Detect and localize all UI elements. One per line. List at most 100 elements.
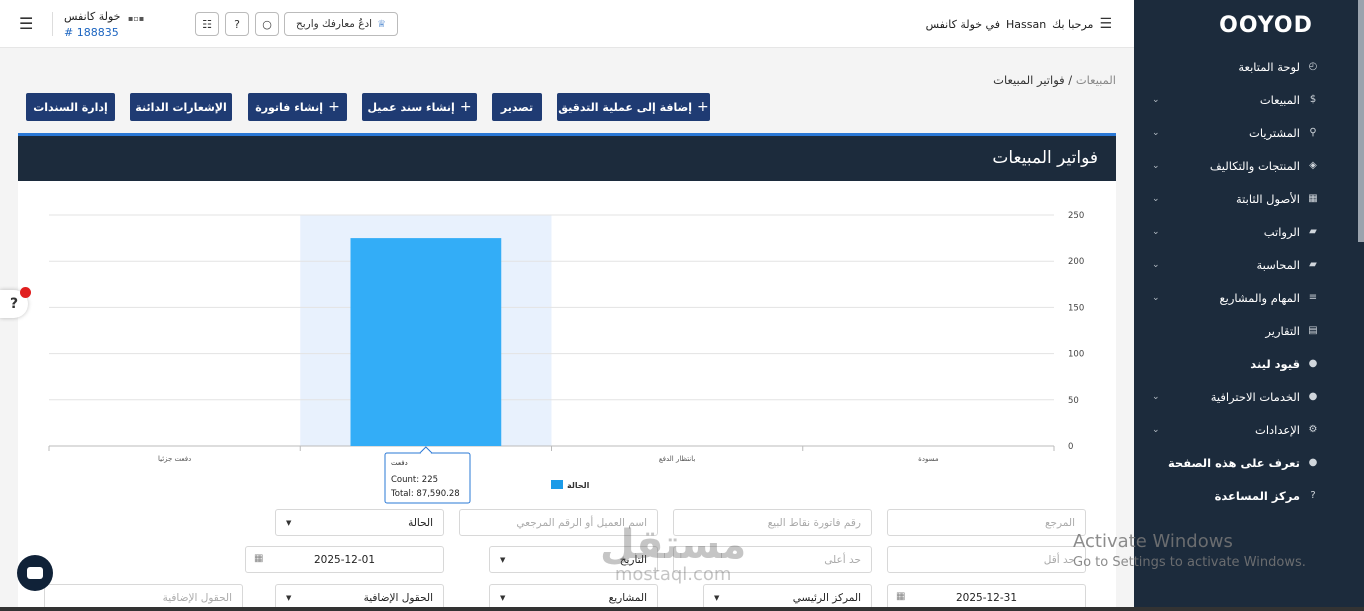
extra-fields-value: الحقول الإضافية xyxy=(363,591,433,604)
reference-input[interactable]: المرجع xyxy=(887,509,1086,536)
sidebar-item-3[interactable]: ◈ المنتجات والتكاليف ⌄ xyxy=(1134,149,1364,182)
sidebar-item-7[interactable]: ≡ المهام والمشاريع ⌄ xyxy=(1134,281,1364,314)
add-audit-button[interactable]: + إضافة إلى عملية التدقيق xyxy=(557,93,710,121)
sidebar-item-11[interactable]: ⚙ الإعدادات ⌄ xyxy=(1134,413,1364,446)
sidebar-item-label: الخدمات الاحترافية xyxy=(1210,389,1300,404)
caret-down-icon: ▼ xyxy=(286,594,292,602)
help-icon: ? xyxy=(1310,490,1316,501)
checklist-icon[interactable]: ☷ xyxy=(195,12,219,36)
tooltip-arrow xyxy=(419,446,433,454)
sidebar-item-8[interactable]: ▤ التقارير xyxy=(1134,314,1364,347)
mostaql-watermark-en: mostaql.com xyxy=(614,564,732,585)
sidebar-item-6[interactable]: ▰ المحاسبة ⌄ xyxy=(1134,248,1364,281)
reference-placeholder: المرجع xyxy=(1044,516,1075,529)
bar-1 xyxy=(350,238,502,446)
tooltip-total: Total: 87,590.28 xyxy=(390,489,460,499)
menu-lines-icon[interactable]: ☰ xyxy=(1099,16,1112,32)
chat-button[interactable] xyxy=(17,555,53,591)
tasks-icon: ≡ xyxy=(1308,292,1318,303)
dashboard-icon: ◴ xyxy=(1308,61,1318,72)
company-switcher[interactable]: خولة كانفس # 188835 xyxy=(64,10,120,39)
chevron-down-icon[interactable]: ⌄ xyxy=(1152,425,1160,435)
sidebar-item-label: مركز المساعدة xyxy=(1214,488,1300,503)
sidebar-item-label: التقارير xyxy=(1265,323,1300,338)
min-amount-input[interactable]: حد أقل xyxy=(887,546,1086,573)
pos-invoice-placeholder: رقم فاتورة نقاط البيع xyxy=(767,516,861,529)
welcome-message: ☰ مرحبا بك Hassan في خولة كانفس xyxy=(926,16,1112,32)
breadcrumb: المبيعات / فواتير المبيعات xyxy=(993,73,1116,87)
sidebar-item-label: المنتجات والتكاليف xyxy=(1209,158,1300,173)
sidebar-item-2[interactable]: ⚲ المشتريات ⌄ xyxy=(1134,116,1364,149)
welcome-suffix: في خولة كانفس xyxy=(925,17,1000,31)
question-icon: ? xyxy=(9,296,19,312)
sidebar-item-13[interactable]: ? مركز المساعدة xyxy=(1134,479,1364,512)
y-tick-label: 200 xyxy=(1068,257,1084,267)
status-select[interactable]: الحالة ▼ xyxy=(275,509,444,536)
box-icon: ◈ xyxy=(1309,160,1317,171)
x-tick-label: دفعت جزئيا xyxy=(158,455,191,463)
hamburger-icon[interactable]: ☰ xyxy=(19,14,33,33)
report-icon: ▤ xyxy=(1308,325,1318,336)
sidebar-item-4[interactable]: ▦ الأصول الثابتة ⌄ xyxy=(1134,182,1364,215)
chevron-down-icon[interactable]: ⌄ xyxy=(1152,392,1160,402)
caret-down-icon: ▼ xyxy=(286,519,292,527)
extra-fields-placeholder: الحقول الإضافية xyxy=(162,591,232,604)
top-bar: ☰ خولة كانفس # 188835 ▪▫▪ ☷ ? ○ ♕ ادعُ م… xyxy=(0,0,1134,48)
date-from-value: 2025-12-01 xyxy=(313,553,376,566)
chevron-down-icon[interactable]: ⌄ xyxy=(1152,128,1160,138)
sidebar-item-0[interactable]: ◴ لوحة المتابعة xyxy=(1134,50,1364,83)
sidebar-item-9[interactable]: ● قيود ليند xyxy=(1134,347,1364,380)
brand-logo[interactable]: OOYOD xyxy=(1134,0,1364,50)
legend-label: الحالة xyxy=(567,481,590,490)
sidebar-item-10[interactable]: ● الخدمات الاحترافية ⌄ xyxy=(1134,380,1364,413)
search-icon: ● xyxy=(1308,457,1318,468)
tooltip-title: دفعت xyxy=(391,459,408,467)
chevron-down-icon[interactable]: ⌄ xyxy=(1152,293,1160,303)
sidebar-item-5[interactable]: ▰ الرواتب ⌄ xyxy=(1134,215,1364,248)
sidebar-item-12[interactable]: ● تعرف على هذه الصفحة xyxy=(1134,446,1364,479)
chat-bubble-icon xyxy=(27,567,43,579)
panel-header: فواتير المبيعات xyxy=(18,133,1116,181)
calendar-icon[interactable]: ▦ xyxy=(896,591,905,602)
chevron-down-icon[interactable]: ⌄ xyxy=(1152,227,1160,237)
legend-swatch xyxy=(551,480,563,489)
breadcrumb-parent[interactable]: المبيعات xyxy=(1076,73,1116,87)
chevron-down-icon[interactable]: ⌄ xyxy=(1152,95,1160,105)
manage-vouchers-button[interactable]: إدارة السندات xyxy=(26,93,115,121)
projects-value: المشاريع xyxy=(608,591,647,604)
chevron-down-icon[interactable]: ⌄ xyxy=(1152,260,1160,270)
sidebar: OOYOD ◴ لوحة المتابعة $ المبيعات ⌄ ⚲ المشتريات… xyxy=(1134,0,1364,611)
activate-windows-watermark: Activate Windows Go to Settings to activ… xyxy=(1073,531,1306,570)
sidebar-item-label: لوحة المتابعة xyxy=(1238,59,1300,74)
folder-icon: ▰ xyxy=(1309,259,1317,270)
create-receipt-label: إنشاء سند عميل xyxy=(367,100,455,114)
question-icon[interactable]: ? xyxy=(225,12,249,36)
create-receipt-button[interactable]: + إنشاء سند عميل xyxy=(362,93,477,121)
x-tick-label: بانتظار الدفع xyxy=(659,455,695,463)
y-tick-label: 150 xyxy=(1068,303,1084,313)
breadcrumb-separator: / xyxy=(1064,73,1073,87)
mostaql-watermark: مستقل mostaql.com xyxy=(600,522,746,585)
caret-down-icon: ▼ xyxy=(500,594,506,602)
credit-notes-button[interactable]: الإشعارات الدائنة xyxy=(130,93,232,121)
max-placeholder: حد أعلى xyxy=(824,553,861,566)
chevron-down-icon[interactable]: ⌄ xyxy=(1152,161,1160,171)
sidebar-item-label: المهام والمشاريع xyxy=(1219,290,1300,305)
plus-icon: + xyxy=(697,99,709,115)
sidebar-item-1[interactable]: $ المبيعات ⌄ xyxy=(1134,83,1364,116)
export-button[interactable]: تصدير xyxy=(492,93,542,121)
calendar-icon[interactable]: ▦ xyxy=(254,553,263,564)
plus-icon: + xyxy=(328,99,340,115)
grid-icon: ▦ xyxy=(1308,193,1318,204)
create-invoice-button[interactable]: + إنشاء فاتورة xyxy=(248,93,347,121)
mostaql-watermark-ar: مستقل xyxy=(600,522,747,568)
logo-text: OOYOD xyxy=(1219,12,1313,38)
cart-icon: ⚲ xyxy=(1309,127,1317,138)
invite-friends-button[interactable]: ♕ ادعُ معارفك واربح xyxy=(284,12,398,36)
search-icon: ● xyxy=(1308,391,1318,402)
date-from-input[interactable]: 2025-12-01 ▦ xyxy=(245,546,444,573)
gear-icon: ⚙ xyxy=(1308,424,1318,435)
sidebar-item-label: المحاسبة xyxy=(1256,257,1300,272)
chat-circle-icon[interactable]: ○ xyxy=(255,12,279,36)
chevron-down-icon[interactable]: ⌄ xyxy=(1152,194,1160,204)
